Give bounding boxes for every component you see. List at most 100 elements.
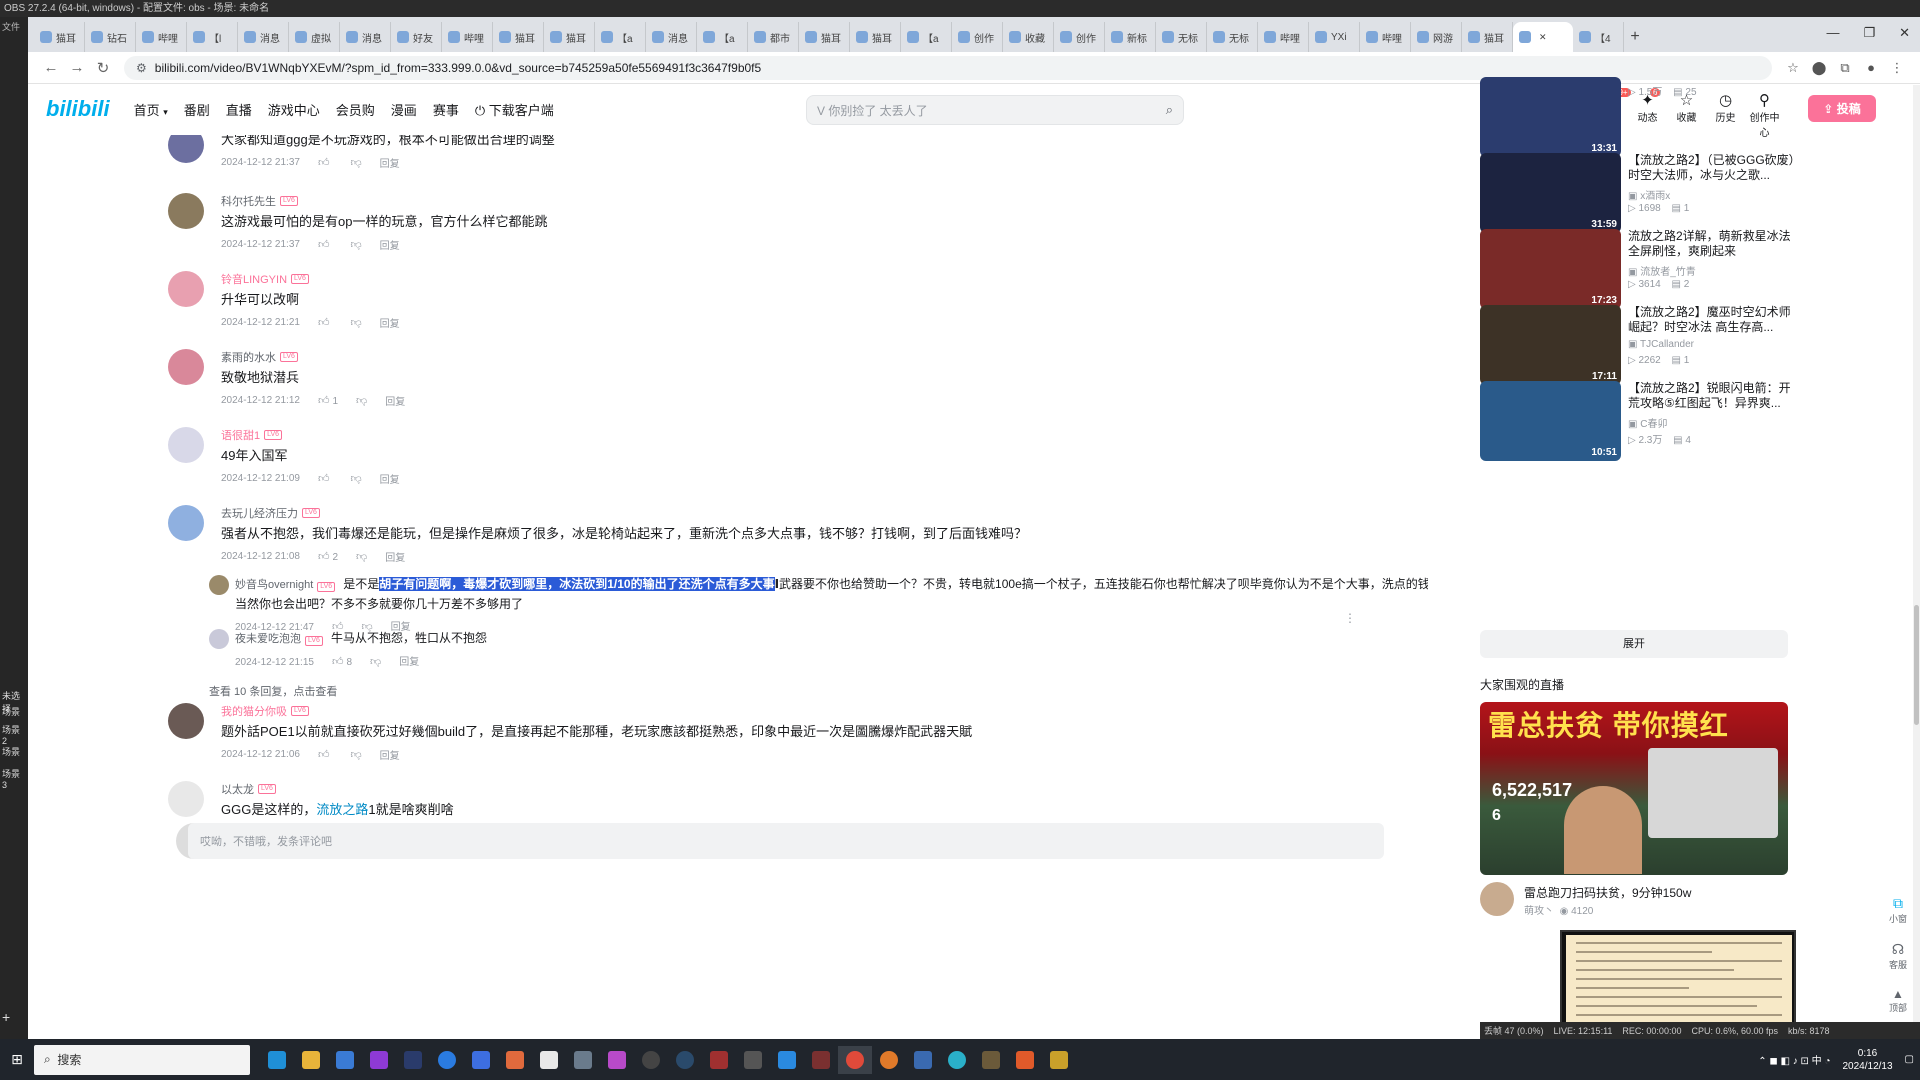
puzzle-icon[interactable]: ⧉ xyxy=(1832,60,1858,76)
extension-icon[interactable]: ⬤ xyxy=(1806,60,1832,76)
video-thumbnail[interactable]: 13:31 xyxy=(1480,77,1621,157)
thumb-down-icon[interactable]: 👎︎ xyxy=(350,238,361,251)
reply-button[interactable]: 回复 xyxy=(380,747,400,762)
browser-tab[interactable]: 好友 xyxy=(391,22,442,52)
search-input[interactable]: V 你别捡了 太丢人了 ⌕ xyxy=(806,95,1184,125)
browser-tab[interactable]: 消息 xyxy=(238,22,289,52)
comment-input[interactable]: 哎呦，不错哦，发条评论吧 xyxy=(188,823,1384,859)
thumb-down-icon[interactable]: 👎︎ xyxy=(350,156,361,169)
user-avatar[interactable] xyxy=(168,781,204,817)
reply-avatar[interactable] xyxy=(209,575,229,595)
like-button[interactable]: 👍︎ xyxy=(318,238,333,251)
user-avatar[interactable] xyxy=(168,135,204,163)
site-info-icon[interactable]: ⚙ xyxy=(136,61,147,75)
app-game2-icon[interactable] xyxy=(804,1046,838,1074)
browser-tab[interactable]: 网游 xyxy=(1411,22,1462,52)
video-author[interactable]: ▣ 流放者_竹青 xyxy=(1628,263,1696,278)
support-button[interactable]: ☊ 客服 xyxy=(1883,941,1913,971)
bilibili-logo[interactable]: bilibili xyxy=(46,96,110,122)
taskbar-search[interactable]: ⌕ 搜索 xyxy=(34,1044,250,1075)
minimize-icon[interactable]: — xyxy=(1826,25,1839,41)
browser-tab[interactable]: 猫耳 xyxy=(850,22,901,52)
thumb-down-icon[interactable]: 👎︎ xyxy=(356,394,367,407)
recommend-item[interactable]: 17:11 【流放之路2】魔巫时空幻术师崛起？时空冰法 高生存高... ▣ TJCa… xyxy=(1480,305,1791,387)
maximize-icon[interactable]: ❐ xyxy=(1863,25,1875,41)
comment-username[interactable]: 去玩儿经济压力 LV6 xyxy=(221,505,1201,521)
back-to-top-button[interactable]: ▲ 顶部 xyxy=(1883,987,1913,1014)
app-explorer-icon[interactable] xyxy=(294,1046,328,1074)
browser-tab[interactable]: 【a xyxy=(697,22,748,52)
expand-button[interactable]: 展开 xyxy=(1480,630,1788,658)
browser-tab[interactable]: 创作 xyxy=(952,22,1003,52)
reply-button[interactable]: 回复 xyxy=(380,315,400,330)
browser-tab[interactable]: 【l xyxy=(187,22,238,52)
like-button[interactable]: 👍︎ 8 xyxy=(332,653,352,672)
browser-tab[interactable]: 哔哩 xyxy=(442,22,493,52)
video-thumbnail[interactable]: 17:11 xyxy=(1480,305,1621,385)
app-yellow-icon[interactable] xyxy=(1042,1046,1076,1074)
browser-tab[interactable]: 都市 xyxy=(748,22,799,52)
tab-close-icon[interactable]: ✕ xyxy=(1539,32,1547,43)
nav-esports[interactable]: 赛事 xyxy=(433,100,459,119)
like-button[interactable]: 👍︎ xyxy=(318,316,333,329)
video-thumbnail[interactable]: 10:51 xyxy=(1480,381,1621,461)
thumb-down-icon[interactable]: 👎︎ xyxy=(350,748,361,761)
forward-icon[interactable]: → xyxy=(64,59,90,76)
reply-button[interactable]: 回复 xyxy=(399,653,419,672)
browser-tab[interactable]: YXi xyxy=(1309,22,1360,52)
bookmark-star-icon[interactable]: ☆ xyxy=(1780,60,1806,76)
thumb-down-icon[interactable]: 👎︎ xyxy=(356,550,367,563)
mini-window-button[interactable]: ⧉ 小窗 xyxy=(1883,895,1913,925)
recommend-item[interactable]: 10:51 【流放之路2】锐眼闪电箭：开荒攻略⑤红图起飞！异界爽... ▣ C春卯 ▷… xyxy=(1480,381,1791,463)
like-button[interactable]: 👍︎ xyxy=(318,472,333,485)
new-tab-button[interactable]: + xyxy=(1624,22,1646,52)
recommend-item[interactable]: 31:59 【流放之路2】（已被GGG砍废）时空大法师，冰与火之歌... ▣ x酒雨… xyxy=(1480,153,1795,235)
app-blue-icon[interactable] xyxy=(430,1046,464,1074)
video-author[interactable]: ▣ C春卯 xyxy=(1628,415,1667,430)
app-calc-icon[interactable] xyxy=(566,1046,600,1074)
obs-add-scene-button[interactable]: + xyxy=(0,1007,28,1027)
upload-button[interactable]: ⇪ 投稿 xyxy=(1808,95,1876,122)
nav-live[interactable]: 直播 xyxy=(226,100,252,119)
user-avatar[interactable] xyxy=(168,427,204,463)
video-thumbnail[interactable]: 17:23 xyxy=(1480,229,1621,309)
nav-game-center[interactable]: 游戏中心 xyxy=(268,100,320,119)
app-game-icon[interactable] xyxy=(736,1046,770,1074)
video-title[interactable]: 【流放之路2】锐眼闪电箭：开荒攻略⑤红图起飞！异界爽... xyxy=(1628,381,1798,411)
comment-username[interactable]: 素雨的水水 LV6 xyxy=(221,349,1201,365)
like-button[interactable]: 👍︎ 1 xyxy=(318,394,338,407)
user-avatar[interactable] xyxy=(168,703,204,739)
browser-tab[interactable]: 猫耳 xyxy=(34,22,85,52)
app-window-icon[interactable] xyxy=(906,1046,940,1074)
like-button[interactable]: 👍︎ xyxy=(318,748,333,761)
more-options-icon[interactable]: ⋮ xyxy=(1344,611,1356,625)
obs-scene-item[interactable]: 场景 xyxy=(0,743,28,760)
app-firefox-icon[interactable] xyxy=(872,1046,906,1074)
app-game3-icon[interactable] xyxy=(974,1046,1008,1074)
tray-icons[interactable]: ⌃ ◼ ◧ ♪ ⊡ 中 ◔ xyxy=(1758,1052,1830,1067)
browser-tab[interactable]: 哔哩 xyxy=(136,22,187,52)
browser-tab[interactable]: 哔哩 xyxy=(1360,22,1411,52)
browser-tab[interactable]: 【a xyxy=(901,22,952,52)
streamer-avatar[interactable] xyxy=(1480,882,1514,916)
comment-username[interactable]: 以太龙 LV6 xyxy=(221,781,1201,797)
reply-button[interactable]: 回复 xyxy=(380,471,400,486)
video-thumbnail[interactable]: 31:59 xyxy=(1480,153,1621,233)
user-avatar[interactable] xyxy=(168,349,204,385)
browser-tab[interactable]: 猫耳 xyxy=(493,22,544,52)
reply-button[interactable]: 回复 xyxy=(380,155,400,170)
app-red-icon[interactable] xyxy=(702,1046,736,1074)
live-info[interactable]: 雷总跑刀扫码扶贫，9分钟150w 萌攻丶 ◉ 4120 xyxy=(1480,882,1800,922)
browser-tab[interactable]: 虚拟 xyxy=(289,22,340,52)
app-g-icon[interactable] xyxy=(1008,1046,1042,1074)
search-icon[interactable]: ⌕ xyxy=(1166,102,1173,118)
browser-tab[interactable]: 【a xyxy=(595,22,646,52)
browser-tab[interactable]: 创作 xyxy=(1054,22,1105,52)
app-orange-icon[interactable] xyxy=(498,1046,532,1074)
browser-tab[interactable]: 【4 xyxy=(1573,22,1624,52)
user-avatar[interactable] xyxy=(168,271,204,307)
video-title[interactable]: 【流放之路2】魔巫时空幻术师崛起？时空冰法 高生存高... xyxy=(1628,305,1798,335)
reply-avatar[interactable] xyxy=(209,629,229,649)
thumb-down-icon[interactable]: 👎︎ xyxy=(350,316,361,329)
app-store-icon[interactable] xyxy=(328,1046,362,1074)
